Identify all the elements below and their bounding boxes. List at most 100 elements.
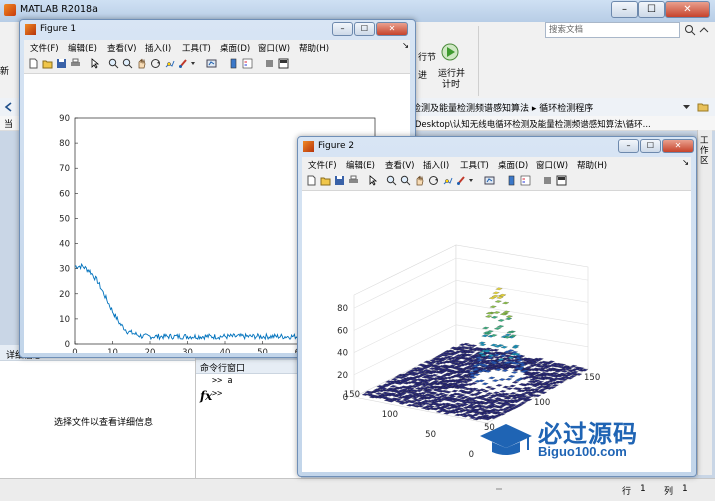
figure1-menu-help[interactable]: 帮助(H) — [299, 42, 329, 54]
collapse-ribbon-icon[interactable] — [698, 25, 710, 35]
x-tick-label: 100 — [534, 398, 550, 408]
figure2-title-bar[interactable]: Figure 2 – ☐ ✕ — [298, 137, 696, 156]
ribbon-divider — [478, 26, 479, 96]
figure2-minimize-button[interactable]: – — [618, 139, 639, 153]
figure2-close-button[interactable]: ✕ — [662, 139, 694, 153]
y-tick-label: 0 — [65, 340, 70, 350]
new-figure-icon[interactable] — [28, 58, 39, 69]
y-tick-label: 50 — [59, 214, 70, 224]
path-dropdown-icon[interactable] — [682, 103, 691, 111]
figure1-menu-view[interactable]: 查看(V) — [107, 42, 136, 54]
zoom-in-icon[interactable] — [386, 175, 397, 186]
back-arrow-icon[interactable] — [4, 102, 14, 112]
figure2-menu-tools[interactable]: 工具(T) — [460, 159, 489, 171]
minimize-button[interactable]: – — [611, 1, 638, 18]
new-figure-icon[interactable] — [306, 175, 317, 186]
app-title: MATLAB R2018a — [20, 4, 98, 15]
figure1-menu-file[interactable]: 文件(F) — [30, 42, 59, 54]
workspace-side-tab[interactable]: 工作区 — [697, 130, 712, 475]
link-plot-icon[interactable] — [206, 58, 217, 69]
pan-hand-icon[interactable] — [414, 175, 425, 186]
z-tick-label: 60 — [337, 326, 348, 336]
z-tick-label: 40 — [337, 349, 348, 359]
figure1-maximize-button[interactable]: ☐ — [354, 22, 375, 36]
hide-plot-tools-icon[interactable] — [542, 175, 553, 186]
figure1-close-button[interactable]: ✕ — [376, 22, 408, 36]
ribbon-label-run-time-2[interactable]: 计时 — [442, 77, 460, 90]
figure2-menubar-dock-icon[interactable]: ↘ — [682, 158, 689, 168]
figure2-maximize-button[interactable]: ☐ — [640, 139, 661, 153]
figure2-menubar: 文件(F) 编辑(E) 查看(V) 插入(I) 工具(T) 桌面(D) 窗口(W… — [302, 157, 691, 172]
figure1-minimize-button[interactable]: – — [332, 22, 353, 36]
figure1-menu-insert[interactable]: 插入(I) — [145, 42, 171, 54]
figure1-menubar: 文件(F) 编辑(E) 查看(V) 插入(I) 工具(T) 桌面(D) 窗口(W… — [24, 40, 410, 55]
print-icon[interactable] — [70, 58, 81, 69]
command-prompt[interactable]: >> — [212, 389, 222, 399]
legend-icon[interactable] — [520, 175, 531, 186]
y-tick-label: 60 — [59, 189, 70, 199]
pan-hand-icon[interactable] — [136, 58, 147, 69]
hide-plot-tools-icon[interactable] — [264, 58, 275, 69]
edit-plot-arrow-icon[interactable] — [368, 175, 379, 186]
brush-dropdown-icon[interactable] — [468, 175, 474, 186]
zoom-out-icon[interactable] — [400, 175, 411, 186]
x-tick-label: 50 — [257, 348, 268, 353]
brush-icon[interactable] — [178, 58, 189, 69]
open-file-icon[interactable] — [42, 58, 53, 69]
brush-dropdown-icon[interactable] — [190, 58, 196, 69]
show-plot-tools-icon[interactable] — [556, 175, 567, 186]
run-and-time-icon[interactable] — [440, 42, 460, 62]
current-folder-path[interactable]: 检测及能量检测频谱感知算法 ▸ 循环检测程序 — [412, 101, 593, 114]
y-tick-label: 150 — [344, 390, 360, 400]
edit-plot-arrow-icon[interactable] — [90, 58, 101, 69]
colorbar-icon[interactable] — [506, 175, 517, 186]
show-plot-tools-icon[interactable] — [278, 58, 289, 69]
colorbar-icon[interactable] — [228, 58, 239, 69]
figure2-menu-desktop[interactable]: 桌面(D) — [498, 159, 528, 171]
left-label-new: 新 — [0, 67, 10, 77]
details-panel: 详细信息 选择文件以查看详细信息 — [0, 345, 196, 478]
open-file-icon[interactable] — [320, 175, 331, 186]
figure2-menu-window[interactable]: 窗口(W) — [536, 159, 568, 171]
figure1-menubar-dock-icon[interactable]: ↘ — [402, 41, 409, 51]
zoom-out-icon[interactable] — [122, 58, 133, 69]
figure2-menu-view[interactable]: 查看(V) — [385, 159, 414, 171]
rotate-3d-icon[interactable] — [428, 175, 439, 186]
figure2-menu-edit[interactable]: 编辑(E) — [346, 159, 375, 171]
figure2-menu-file[interactable]: 文件(F) — [308, 159, 337, 171]
search-docs-input[interactable]: 搜索文档 — [545, 22, 680, 38]
link-plot-icon[interactable] — [484, 175, 495, 186]
figure2-menu-insert[interactable]: 插入(I) — [423, 159, 449, 171]
y-tick-label: 80 — [59, 139, 70, 149]
figure1-menu-tools[interactable]: 工具(T) — [182, 42, 211, 54]
legend-icon[interactable] — [242, 58, 253, 69]
figure1-menu-edit[interactable]: 编辑(E) — [68, 42, 97, 54]
watermark: 必过源码 Biguo100.com — [478, 412, 688, 466]
figure1-app-icon — [25, 24, 36, 35]
search-icon[interactable] — [684, 24, 696, 36]
z-tick-label: 80 — [337, 304, 348, 314]
figure2-menu-help[interactable]: 帮助(H) — [577, 159, 607, 171]
x-tick-label: 30 — [182, 348, 193, 353]
status-bar: 行 1 列 1 — [0, 478, 715, 501]
figure1-menu-desktop[interactable]: 桌面(D) — [220, 42, 250, 54]
figure1-title-bar[interactable]: Figure 1 – ☐ ✕ — [20, 20, 415, 39]
maximize-button[interactable]: ☐ — [638, 1, 665, 18]
print-icon[interactable] — [348, 175, 359, 186]
rotate-3d-icon[interactable] — [150, 58, 161, 69]
zoom-in-icon[interactable] — [108, 58, 119, 69]
data-cursor-icon[interactable] — [164, 58, 175, 69]
command-window[interactable]: 命令行窗口 fx >> a >> — [196, 360, 301, 478]
brush-icon[interactable] — [456, 175, 467, 186]
close-button[interactable]: ✕ — [665, 1, 710, 18]
figure1-menu-window[interactable]: 窗口(W) — [258, 42, 290, 54]
data-cursor-icon[interactable] — [442, 175, 453, 186]
workspace-tab-label: 工作区 — [700, 136, 709, 166]
save-icon[interactable] — [56, 58, 67, 69]
ribbon-label-run-section[interactable]: 行节 — [418, 50, 436, 63]
status-col-label: 列 — [664, 487, 674, 497]
save-icon[interactable] — [334, 175, 345, 186]
fx-icon[interactable]: fx — [200, 389, 212, 403]
browse-folder-icon[interactable] — [697, 101, 709, 113]
ribbon-label-advance[interactable]: 进 — [418, 68, 427, 81]
